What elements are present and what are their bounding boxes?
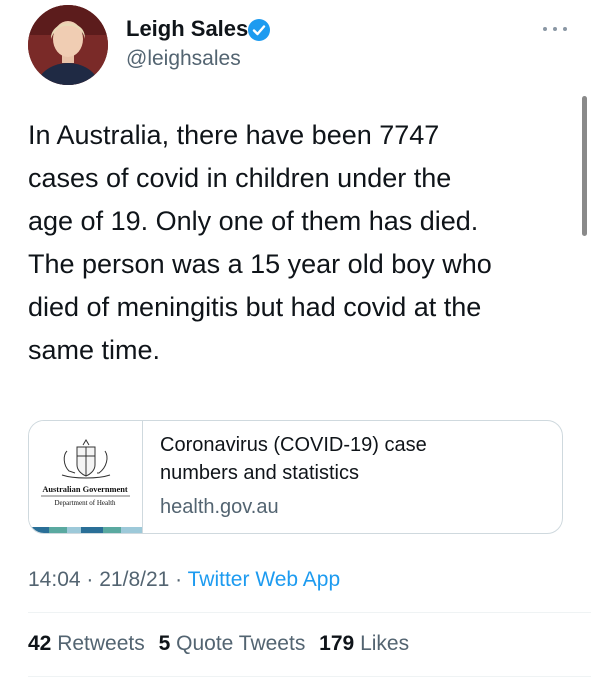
card-thumbnail: Australian Government Department of Heal… xyxy=(29,421,143,533)
tweet-text-line: age of 19. Only one of them has died. xyxy=(28,206,479,236)
tweet-time[interactable]: 14:04 xyxy=(28,568,81,591)
retweets-count: 42 xyxy=(28,632,52,655)
logo-text-line2: Department of Health xyxy=(54,499,116,507)
divider xyxy=(28,612,591,613)
retweets-label: Retweets xyxy=(57,632,145,655)
meta-separator: · xyxy=(86,568,94,591)
tweet-text: In Australia, there have been 7747 cases… xyxy=(28,114,573,372)
tweet-meta: 14:04 · 21/8/21 · Twitter Web App xyxy=(28,568,340,592)
likes-label: Likes xyxy=(360,632,410,655)
tweet-stats: 42 Retweets 5 Quote Tweets 179 Likes xyxy=(28,632,417,656)
link-preview-card[interactable]: Australian Government Department of Heal… xyxy=(28,420,563,534)
tweet-text-line: died of meningitis but had covid at the xyxy=(28,292,482,322)
tweet-text-line: The person was a 15 year old boy who xyxy=(28,249,492,279)
tweet-text-line: In Australia, there have been 7747 xyxy=(28,120,440,150)
card-body[interactable]: Coronavirus (COVID-19) case numbers and … xyxy=(160,431,550,521)
quote-tweets-label: Quote Tweets xyxy=(176,632,306,655)
tweet-source-app[interactable]: Twitter Web App xyxy=(188,568,341,591)
divider xyxy=(28,676,591,677)
australian-government-logo: Australian Government Department of Heal… xyxy=(29,439,142,533)
author-name[interactable]: Leigh Sales xyxy=(126,16,248,42)
scrollbar[interactable] xyxy=(582,96,587,236)
tweet-date[interactable]: 21/8/21 xyxy=(99,568,169,591)
meta-separator: · xyxy=(175,568,183,591)
avatar-photo xyxy=(28,5,108,85)
card-title-line[interactable]: Coronavirus (COVID-19) case xyxy=(160,431,550,459)
author-handle[interactable]: @leighsales xyxy=(126,47,241,71)
logo-text-line1: Australian Government xyxy=(42,485,128,494)
retweets-stat[interactable]: 42 Retweets xyxy=(28,632,145,655)
tweet-text-line: same time. xyxy=(28,335,161,365)
card-title-line[interactable]: numbers and statistics xyxy=(160,459,550,487)
more-options-icon[interactable] xyxy=(540,22,570,36)
likes-count: 179 xyxy=(319,632,355,655)
verified-badge-icon xyxy=(248,19,270,41)
avatar[interactable] xyxy=(28,5,108,85)
tweet-text-line: cases of covid in children under the xyxy=(28,163,452,193)
card-domain: health.gov.au xyxy=(160,496,279,518)
quote-tweets-count: 5 xyxy=(158,632,171,655)
quote-tweets-stat[interactable]: 5 Quote Tweets xyxy=(159,632,306,655)
likes-stat[interactable]: 179 Likes xyxy=(319,632,409,655)
